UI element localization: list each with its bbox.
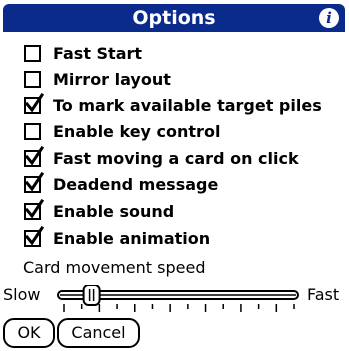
info-icon[interactable]: i xyxy=(319,8,339,28)
fast-moving-checkbox[interactable] xyxy=(24,145,44,167)
checkmark-icon xyxy=(24,92,44,113)
enable-animation-checkbox[interactable] xyxy=(24,225,44,247)
option-fast-start[interactable]: Fast Start xyxy=(24,41,142,65)
option-label: Mirror layout xyxy=(53,69,171,89)
fast-label: Fast xyxy=(307,285,340,304)
option-mark-target-piles[interactable]: To mark available target piles xyxy=(24,92,322,117)
options-dialog: Options i Fast Start Mirror layout To ma… xyxy=(0,0,349,351)
option-enable-key-control[interactable]: Enable key control xyxy=(24,119,220,143)
speed-slider[interactable] xyxy=(56,285,303,313)
checkmark-icon xyxy=(24,145,44,166)
fast-start-checkbox[interactable] xyxy=(24,44,41,62)
option-label: Enable sound xyxy=(53,201,175,221)
deadend-message-checkbox[interactable] xyxy=(24,171,44,193)
option-label: To mark available target piles xyxy=(53,95,322,115)
option-label: Enable animation xyxy=(53,228,211,248)
option-deadend-message[interactable]: Deadend message xyxy=(24,171,219,196)
cancel-button[interactable]: Cancel xyxy=(57,318,140,348)
checkmark-icon xyxy=(24,225,44,246)
option-enable-animation[interactable]: Enable animation xyxy=(24,225,211,250)
slow-label: Slow xyxy=(3,285,41,304)
enable-key-control-checkbox[interactable] xyxy=(24,122,41,140)
checkmark-icon xyxy=(24,171,44,192)
dialog-title: Options xyxy=(132,7,216,29)
option-mirror-layout[interactable]: Mirror layout xyxy=(24,67,171,91)
slider-ticks xyxy=(63,304,295,312)
option-label: Enable key control xyxy=(53,121,221,141)
speed-label: Card movement speed xyxy=(23,258,206,277)
slider-thumb[interactable] xyxy=(82,285,101,306)
option-label: Fast Start xyxy=(53,43,143,63)
checkmark-icon xyxy=(24,198,44,219)
option-label: Fast moving a card on click xyxy=(53,148,299,168)
option-fast-moving[interactable]: Fast moving a card on click xyxy=(24,145,299,170)
ok-button[interactable]: OK xyxy=(3,318,55,348)
mirror-layout-checkbox[interactable] xyxy=(24,70,41,88)
option-enable-sound[interactable]: Enable sound xyxy=(24,198,175,223)
mark-target-piles-checkbox[interactable] xyxy=(24,92,44,114)
enable-sound-checkbox[interactable] xyxy=(24,198,44,220)
option-label: Deadend message xyxy=(53,174,219,194)
title-bar: Options i xyxy=(3,4,345,32)
